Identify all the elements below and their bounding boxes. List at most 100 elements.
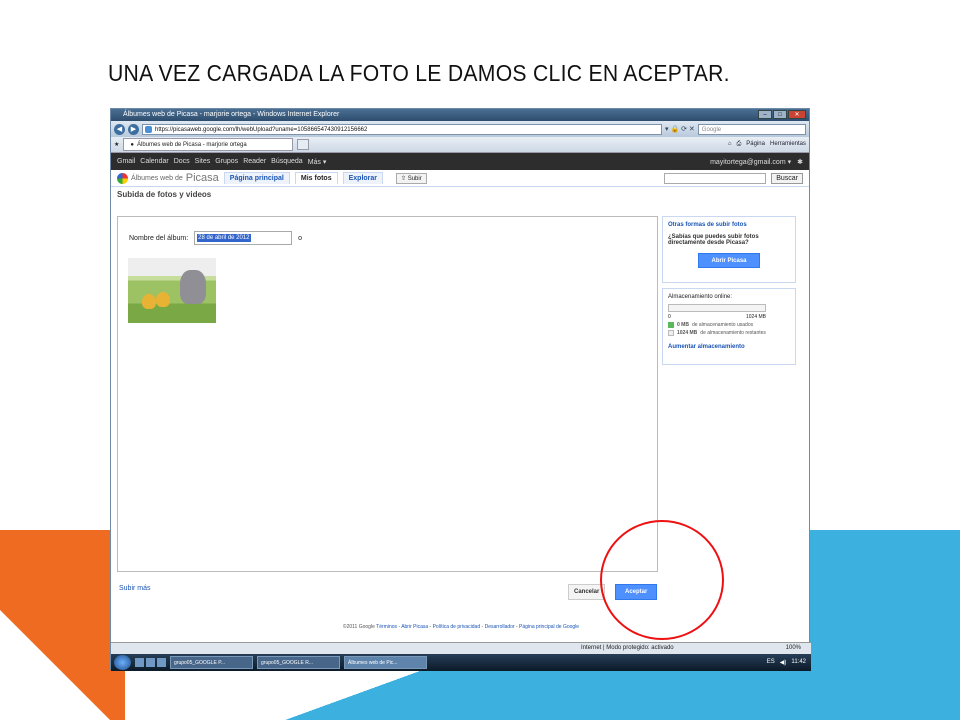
used-swatch [668, 322, 674, 328]
site-icon [145, 125, 152, 133]
duckling-shape [156, 292, 170, 307]
gbar-link-gmail[interactable]: Gmail [117, 158, 135, 165]
window-title-bar: Álbumes web de Picasa - marjorie ortega … [111, 109, 809, 121]
favorites-star-icon[interactable]: ★ [114, 141, 119, 148]
address-row: ◀ ▶ https://picasaweb.google.com/lh/webU… [111, 121, 809, 137]
taskbar-item[interactable]: grupo05_GOOGLE P... [170, 656, 253, 669]
storage-max: 1024 MB [745, 314, 766, 320]
remaining-value: 1024 MB [677, 330, 698, 336]
gbar-link-busqueda[interactable]: Búsqueda [271, 158, 303, 165]
gbar-link-grupos[interactable]: Grupos [215, 158, 238, 165]
ie-search-box[interactable]: Google [697, 123, 806, 135]
address-url: https://picasaweb.google.com/lh/webUploa… [155, 126, 368, 133]
lock-refresh-stop-icons[interactable]: ▾ 🔒 ⟳ ✕ [665, 125, 695, 133]
gear-icon[interactable]: ✱ [797, 158, 803, 166]
section-title: Subida de fotos y videos [117, 190, 212, 199]
other-ways-text: ¿Sabías que puedes subir fotos directame… [668, 234, 759, 246]
storage-bar [668, 304, 766, 312]
album-name-input[interactable]: 28 de abril de 2012 [194, 231, 293, 245]
album-name-row: Nombre del álbum: 28 de abril de 2012 o [129, 231, 302, 245]
page-menu[interactable]: Página [746, 141, 765, 148]
taskbar-item[interactable]: grupo05_GOOGLE R... [257, 656, 340, 669]
footer-link-privacidad[interactable]: Política de privacidad [433, 624, 481, 630]
other-ways-panel: Otras formas de subir fotos ¿Sabías que … [662, 216, 796, 283]
show-desktop-icon[interactable] [135, 658, 144, 667]
used-value: 0 MB [677, 322, 689, 328]
gbar-link-calendar[interactable]: Calendar [140, 158, 168, 165]
home-icon[interactable]: ⌂ [728, 141, 732, 148]
uploaded-photo-thumbnail[interactable] [128, 258, 216, 323]
start-button[interactable] [114, 655, 131, 670]
upload-more-link[interactable]: Subir más [119, 585, 151, 592]
picasa-search-input[interactable] [664, 172, 767, 184]
footer-link-desarrollador[interactable]: Desarrollador [485, 624, 515, 630]
tab-explorar[interactable]: Explorar [342, 172, 384, 184]
tab-row: ★ ● Álbumes web de Picasa - marjorie ort… [111, 137, 809, 153]
clock[interactable]: 11:42 [791, 659, 806, 666]
search-button[interactable]: Buscar [771, 172, 803, 184]
logo-picasa-text: Picasa [185, 172, 219, 184]
address-bar[interactable]: https://picasaweb.google.com/lh/webUploa… [142, 123, 662, 135]
kitten-shape [180, 270, 206, 304]
storage-title: Almacenamiento online: [668, 294, 733, 300]
command-bar: ⌂ ⎙ Página Herramientas [728, 141, 806, 148]
gbar-link-reader[interactable]: Reader [243, 158, 266, 165]
album-name-value: 28 de abril de 2012 [197, 234, 251, 242]
footer-copyright: ©2011 Google [342, 624, 375, 630]
switch-windows-icon[interactable] [146, 658, 155, 667]
footer-link-abrir-picasa[interactable]: Abrir Picasa [401, 624, 428, 630]
picasa-logo-icon [117, 172, 128, 184]
gbar-link-docs[interactable]: Docs [174, 158, 190, 165]
minimize-button[interactable]: – [758, 110, 772, 119]
tab-pagina-principal[interactable]: Página principal [223, 172, 290, 184]
white-corner-decoration [0, 610, 110, 720]
storage-used-legend: 0 MB de almacenamiento usados [668, 322, 790, 328]
upload-button[interactable]: ⇧ Subir [396, 172, 427, 184]
protected-mode-status: Internet | Modo protegido: activado [581, 645, 674, 651]
slide-title: UNA VEZ CARGADA LA FOTO LE DAMOS CLIC EN… [108, 60, 730, 86]
other-ways-title: Otras formas de subir fotos [668, 222, 747, 228]
ie-icon[interactable] [157, 658, 166, 667]
page-footer: ©2011 Google Términos - Abrir Picasa - P… [342, 624, 580, 630]
close-button[interactable]: ✕ [788, 110, 806, 119]
quick-launch [135, 658, 166, 667]
storage-remaining-legend: 1024 MB de almacenamiento restantes [668, 330, 790, 336]
logo-small-text: Álbumes web de [131, 174, 183, 182]
new-tab-button[interactable] [297, 139, 310, 150]
user-account[interactable]: mayitortega@gmail.com ▾ [710, 158, 791, 166]
remaining-swatch [668, 330, 674, 336]
zoom-level[interactable]: 100% [786, 643, 801, 654]
footer-link-terminos[interactable]: Términos [376, 624, 397, 630]
picasa-header: Álbumes web de Picasa Página principal M… [111, 170, 809, 187]
increase-storage-link[interactable]: Aumentar almacenamiento [668, 344, 790, 350]
slide: UNA VEZ CARGADA LA FOTO LE DAMOS CLIC EN… [0, 0, 960, 720]
open-picasa-button[interactable]: Abrir Picasa [698, 253, 760, 268]
picasa-logo[interactable]: Álbumes web de Picasa [117, 172, 219, 184]
tab-mis-fotos[interactable]: Mis fotos [294, 172, 338, 184]
tools-menu[interactable]: Herramientas [770, 141, 806, 148]
back-icon[interactable]: ◀ [114, 123, 125, 135]
picasa-tab-icon: ● [130, 141, 135, 148]
footer-link-google-home[interactable]: Página principal de Google [519, 624, 579, 630]
gbar-link-sites[interactable]: Sites [195, 158, 211, 165]
print-icon[interactable]: ⎙ [736, 141, 741, 148]
storage-panel: Almacenamiento online: 0 1024 MB 0 MB de… [662, 288, 796, 365]
status-bar: Internet | Modo protegido: activado 100% [111, 642, 811, 654]
window-controls: – □ ✕ [758, 110, 806, 119]
upload-panel: Nombre del álbum: 28 de abril de 2012 o [117, 216, 658, 572]
album-suffix: o [298, 234, 303, 242]
storage-scale: 0 1024 MB [668, 314, 766, 320]
used-label: de almacenamiento usados [691, 322, 754, 328]
system-tray: ES ◀) 11:42 [767, 659, 811, 666]
taskbar: grupo05_GOOGLE P... grupo05_GOOGLE R... … [111, 654, 811, 671]
duckling-shape [142, 294, 156, 309]
gbar-link-mas[interactable]: Más ▾ [308, 158, 327, 166]
window-title: Álbumes web de Picasa - marjorie ortega … [123, 111, 340, 118]
forward-icon[interactable]: ▶ [128, 123, 139, 135]
album-label: Nombre del álbum: [129, 234, 189, 242]
browser-tab[interactable]: ● Álbumes web de Picasa - marjorie orteg… [123, 138, 294, 151]
language-indicator[interactable]: ES [767, 659, 775, 666]
volume-icon[interactable]: ◀) [780, 659, 787, 666]
taskbar-item[interactable]: Álbumes web de Pic... [344, 656, 427, 669]
maximize-button[interactable]: □ [773, 110, 787, 119]
